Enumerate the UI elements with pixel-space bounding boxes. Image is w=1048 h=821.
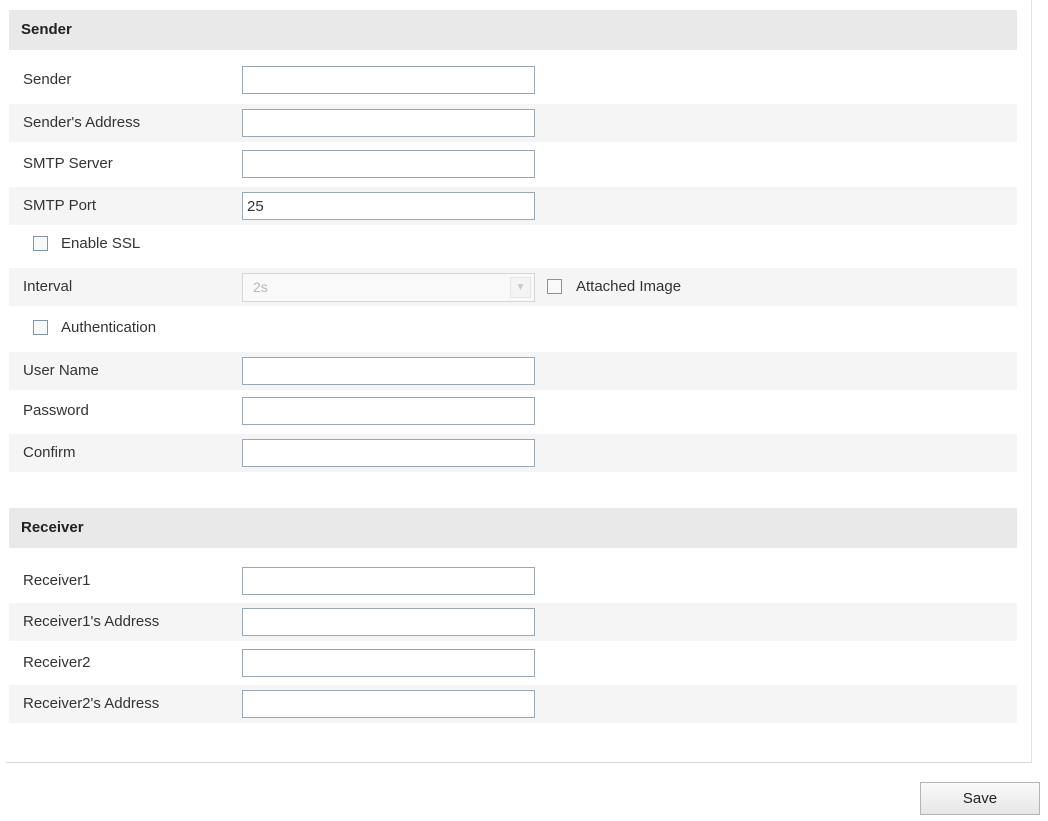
receiver2-input[interactable] <box>242 649 535 677</box>
user-name-row: User Name <box>9 352 1017 390</box>
chevron-down-icon: ▼ <box>510 277 531 298</box>
receiver-section-header: Receiver <box>9 508 1017 548</box>
smtp-port-label: SMTP Port <box>23 197 97 214</box>
authentication-row: Authentication <box>9 309 1017 347</box>
receiver1-row: Receiver1 <box>9 562 1017 600</box>
interval-select[interactable]: 2s ▼ <box>242 273 535 302</box>
authentication-checkbox[interactable] <box>33 320 48 335</box>
receiver2-address-row: Receiver2's Address <box>9 685 1017 723</box>
receiver1-address-input[interactable] <box>242 608 535 636</box>
sender-label: Sender <box>23 71 72 88</box>
sender-input[interactable] <box>242 66 535 94</box>
confirm-label: Confirm <box>23 444 76 461</box>
confirm-row: Confirm <box>9 434 1017 472</box>
sender-row: Sender <box>9 61 1017 99</box>
receiver2-address-input[interactable] <box>242 690 535 718</box>
password-input[interactable] <box>242 397 535 425</box>
receiver-section-title: Receiver <box>21 519 84 536</box>
interval-label: Interval <box>23 278 73 295</box>
enable-ssl-checkbox[interactable] <box>33 236 48 251</box>
confirm-password-input[interactable] <box>242 439 535 467</box>
sender-address-input[interactable] <box>242 109 535 137</box>
authentication-label: Authentication <box>61 319 157 336</box>
receiver2-address-label: Receiver2's Address <box>23 695 160 712</box>
smtp-server-row: SMTP Server <box>9 145 1017 183</box>
smtp-port-row: SMTP Port <box>9 187 1017 225</box>
email-settings-panel: Sender Sender Sender's Address SMTP Serv… <box>6 0 1032 763</box>
attached-image-checkbox[interactable] <box>547 279 562 294</box>
receiver1-input[interactable] <box>242 567 535 595</box>
receiver1-address-label: Receiver1's Address <box>23 613 160 630</box>
smtp-port-input[interactable] <box>242 192 535 220</box>
sender-address-row: Sender's Address <box>9 104 1017 142</box>
sender-section-title: Sender <box>21 21 72 38</box>
receiver2-label: Receiver2 <box>23 654 91 671</box>
receiver1-address-row: Receiver1's Address <box>9 603 1017 641</box>
smtp-server-label: SMTP Server <box>23 155 113 172</box>
enable-ssl-row: Enable SSL <box>9 225 1017 263</box>
password-label: Password <box>23 402 89 419</box>
sender-section-header: Sender <box>9 10 1017 50</box>
save-button[interactable]: Save <box>920 782 1040 815</box>
smtp-server-input[interactable] <box>242 150 535 178</box>
sender-address-label: Sender's Address <box>23 114 141 131</box>
user-name-label: User Name <box>23 362 99 379</box>
receiver2-row: Receiver2 <box>9 644 1017 682</box>
attached-image-label: Attached Image <box>576 278 682 295</box>
receiver1-label: Receiver1 <box>23 572 91 589</box>
enable-ssl-label: Enable SSL <box>61 235 141 252</box>
interval-select-value: 2s <box>253 279 268 295</box>
interval-row: Interval 2s ▼ Attached Image <box>9 268 1017 306</box>
password-row: Password <box>9 392 1017 430</box>
user-name-input[interactable] <box>242 357 535 385</box>
